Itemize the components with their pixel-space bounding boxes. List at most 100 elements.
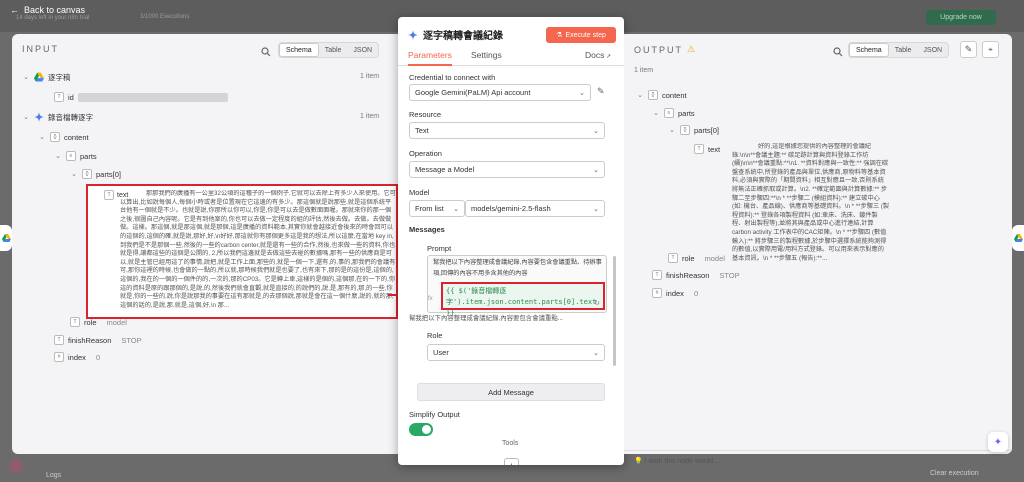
tab-table[interactable]: Table xyxy=(889,43,918,57)
tab-json[interactable]: JSON xyxy=(917,43,948,57)
operation-label: Operation xyxy=(409,149,442,158)
pencil-icon[interactable]: ✎ xyxy=(597,86,605,97)
next-node-button[interactable] xyxy=(1012,225,1024,251)
pin-output-button[interactable]: ⌖ xyxy=(982,41,999,58)
add-message-button[interactable]: Add Message xyxy=(417,383,605,401)
chevron-down-icon: ⌄ xyxy=(593,206,599,213)
docs-link[interactable]: Docs ↗ xyxy=(585,50,611,60)
warning-icon: ⚠ xyxy=(687,44,696,54)
number-type-icon: # xyxy=(652,288,662,298)
expression-highlight[interactable]: {{ $('錄音檔轉逐字').item.json.content.parts[0… xyxy=(441,282,605,317)
chevron-down-icon[interactable]: ⌄ xyxy=(38,133,46,141)
field-index[interactable]: # index 0 xyxy=(652,287,698,299)
string-type-icon: T xyxy=(668,253,678,263)
credential-label: Credential to connect with xyxy=(409,73,496,82)
feedback-link[interactable]: 💡 I wish this node would... xyxy=(634,457,719,465)
node-title[interactable]: 逐字稿轉會議紀錄 xyxy=(408,27,503,42)
chevron-down-icon[interactable]: ⌄ xyxy=(22,73,30,81)
execute-step-button[interactable]: ⚗ Execute step xyxy=(546,27,616,43)
field-parts0[interactable]: ⌄ {} parts[0] xyxy=(668,124,719,136)
chevron-down-icon[interactable]: ⌄ xyxy=(22,113,30,121)
text-value: 那那我們的廣播有一公里32公頃的這種子的一個例子,它就可以去除上有多少人來使用。… xyxy=(120,190,396,309)
chevron-down-icon: ⌄ xyxy=(593,128,599,135)
model-mode-select[interactable]: From list ⌄ xyxy=(409,200,465,217)
chevron-down-icon[interactable]: ⌄ xyxy=(652,109,660,117)
node-row-transcript[interactable]: ⌄ 逐字稿 xyxy=(22,71,71,83)
input-panel: INPUT Schema Table JSON ⌄ 逐字稿 1 item T i… xyxy=(12,34,407,457)
divider xyxy=(624,450,1012,451)
chevron-down-icon[interactable]: ⌄ xyxy=(70,170,78,178)
list-type-icon: ≡ xyxy=(664,108,674,118)
node-name: 逐字稿 xyxy=(48,72,71,82)
gemini-icon xyxy=(408,29,418,40)
node-settings-modal: 逐字稿轉會議紀錄 ⚗ Execute step Parameters Setti… xyxy=(398,17,624,465)
object-type-icon: {} xyxy=(82,169,92,179)
field-content[interactable]: ⌄ {} content xyxy=(38,131,89,143)
external-link-icon: ↗ xyxy=(604,54,612,60)
field-finish-reason[interactable]: T finishReason STOP xyxy=(54,334,142,346)
field-role[interactable]: T role model xyxy=(70,316,127,328)
pin-icon: ⌖ xyxy=(988,44,993,54)
tab-parameters[interactable]: Parameters xyxy=(408,50,452,66)
prev-node-button[interactable] xyxy=(0,225,12,251)
credential-select[interactable]: Google Gemini(PaLM) Api account ⌄ xyxy=(409,84,591,101)
node-row-audio-transcribe[interactable]: ⌄ 錄音檔轉逐字 xyxy=(22,111,93,123)
chevron-down-icon[interactable]: ⌄ xyxy=(54,152,62,160)
field-finish-reason[interactable]: T finishReason STOP xyxy=(652,269,740,281)
logs-label[interactable]: Logs xyxy=(46,472,61,479)
chevron-down-icon[interactable]: ⌄ xyxy=(668,126,676,134)
field-parts[interactable]: ⌄ ≡ parts xyxy=(54,150,97,162)
tab-settings[interactable]: Settings xyxy=(471,50,502,60)
tab-table[interactable]: Table xyxy=(319,43,348,57)
search-icon[interactable] xyxy=(833,47,843,57)
field-index[interactable]: # index 0 xyxy=(54,351,100,363)
field-content[interactable]: ⌄ {} content xyxy=(636,89,687,101)
message-scrollbar[interactable] xyxy=(613,256,616,366)
input-view-switch: Schema Table JSON xyxy=(278,42,380,58)
simplify-output-toggle[interactable] xyxy=(409,423,433,436)
resource-label: Resource xyxy=(409,110,442,119)
chevron-down-icon: ⌄ xyxy=(453,206,459,213)
simplify-output-label: Simplify Output xyxy=(409,410,460,419)
output-panel: OUTPUT ⚠ 1 item Schema Table JSON ✎ ⌖ ⌄ … xyxy=(624,34,1012,465)
resource-select[interactable]: Text ⌄ xyxy=(409,122,605,139)
tools-label: Tools xyxy=(502,440,519,447)
string-type-icon: T xyxy=(104,190,114,200)
google-drive-icon xyxy=(1,234,11,242)
role-select[interactable]: User ⌄ xyxy=(427,344,605,361)
gemini-icon xyxy=(34,112,44,122)
list-type-icon: ≡ xyxy=(66,151,76,161)
string-type-icon: T xyxy=(54,335,64,345)
add-tool-button[interactable]: + xyxy=(504,458,519,465)
output-text-value: 好的,這是根據您提供的內容整理的會議紀錄:\n\n**會議主題:** 碳足跡計算… xyxy=(732,143,890,262)
role-label: Role xyxy=(427,331,443,340)
ai-assistant-button[interactable]: ✦ xyxy=(988,432,1008,452)
model-select[interactable]: models/gemini-2.5-flash ⌄ xyxy=(465,200,605,217)
tab-schema[interactable]: Schema xyxy=(849,43,889,57)
search-icon[interactable] xyxy=(261,47,271,57)
field-parts0[interactable]: ⌄ {} parts[0] xyxy=(70,168,121,180)
node-name: 錄音檔轉逐字 xyxy=(48,112,93,122)
tab-json[interactable]: JSON xyxy=(347,43,378,57)
expand-icon[interactable]: ↻ xyxy=(594,299,600,307)
field-role[interactable]: T role model xyxy=(668,252,725,264)
prompt-label: Prompt xyxy=(427,244,452,253)
string-type-icon: T xyxy=(694,144,704,154)
output-heading: OUTPUT ⚠ xyxy=(634,44,696,55)
edit-output-button[interactable]: ✎ xyxy=(960,41,977,58)
tab-schema[interactable]: Schema xyxy=(279,43,319,57)
operation-select[interactable]: Message a Model ⌄ xyxy=(409,161,605,178)
back-to-canvas-button[interactable]: ← Back to canvas xyxy=(10,5,85,15)
clear-execution[interactable]: Clear execution xyxy=(930,470,979,477)
trial-text: 14 days left in your n8n trial xyxy=(16,15,90,21)
chevron-down-icon: ⌄ xyxy=(579,90,585,97)
field-parts[interactable]: ⌄ ≡ parts xyxy=(652,107,695,119)
field-id[interactable]: T id xyxy=(54,91,228,103)
upgrade-button[interactable]: Upgrade now xyxy=(926,10,996,25)
chevron-down-icon[interactable]: ⌄ xyxy=(636,91,644,99)
string-type-icon: T xyxy=(652,270,662,280)
text-field-highlight: T text 那那我們的廣播有一公里32公頃的這種子的一個例子,它就可以去除上有… xyxy=(86,184,398,319)
avatar[interactable] xyxy=(9,459,23,473)
chevron-down-icon: ⌄ xyxy=(593,167,599,174)
field-text[interactable]: T text xyxy=(694,143,720,155)
